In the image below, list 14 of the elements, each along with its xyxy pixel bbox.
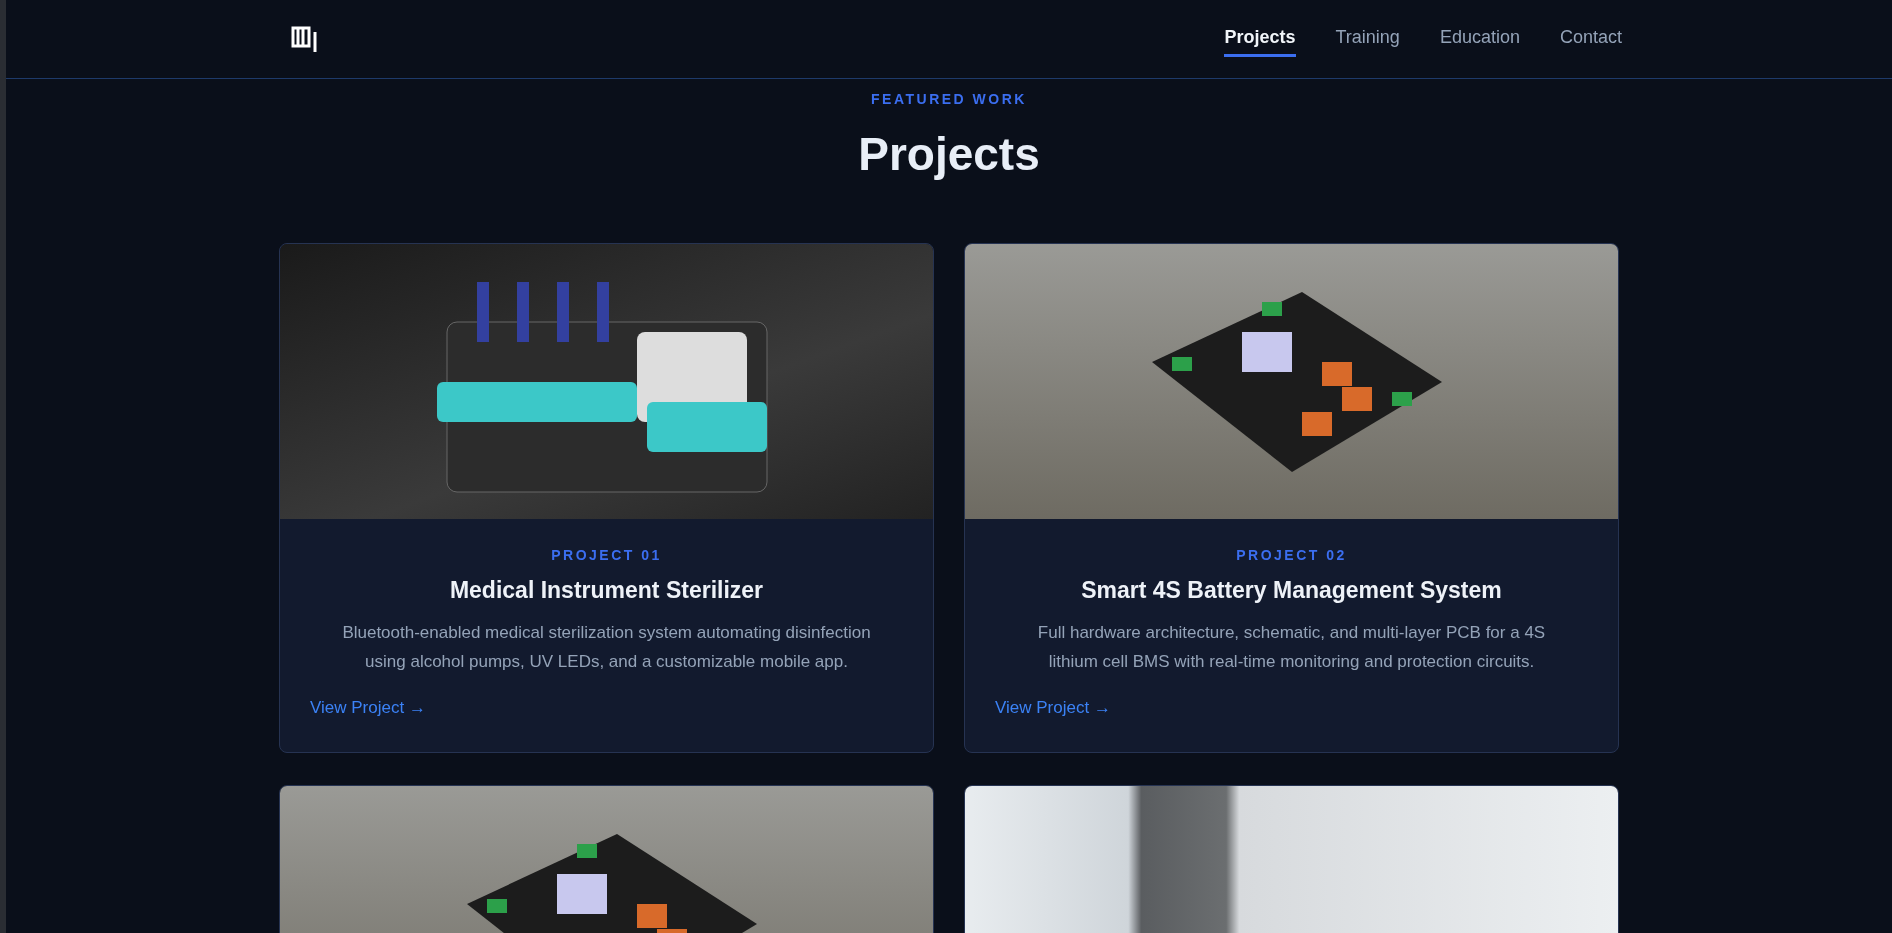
view-project-link[interactable]: View Project → — [310, 698, 426, 718]
project-number: PROJECT 01 — [551, 547, 662, 563]
nav-link[interactable]: Projects — [1224, 21, 1296, 57]
view-project-link[interactable]: View Project → — [995, 698, 1111, 718]
section-title: Projects — [857, 127, 1041, 181]
project-number: PROJECT 02 — [1236, 547, 1347, 563]
nav-link[interactable]: Training — [1335, 21, 1400, 57]
nav-link[interactable]: Contact — [1559, 21, 1622, 57]
project-description: Full hardware architecture, schematic, and multi-layer PCB for a 4S lithium cell BMS with real-time monitoring and protection circuits. — [1036, 622, 1547, 673]
project-title: Medical Instrument Sterilizer — [449, 577, 764, 604]
nav-link[interactable]: Education — [1439, 21, 1520, 57]
project-title: Smart 4S Battery Management System — [1081, 577, 1502, 604]
section-eyebrow: FEATURED WORK — [870, 91, 1028, 107]
project-description: Bluetooth-enabled medical sterilization system automating disinfection using alcohol pumps, UV LEDs, and a customizable mobile app. — [341, 622, 872, 673]
